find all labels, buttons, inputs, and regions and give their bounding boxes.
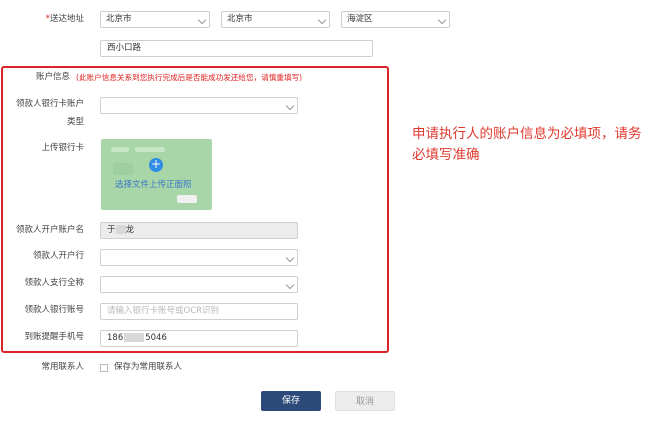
address-detail-input[interactable]: 西小口路 <box>100 40 373 57</box>
branch-select[interactable] <box>100 276 298 293</box>
redacted-mask <box>124 333 145 342</box>
bank-card-type-label: 领款人银行卡账户 类型 <box>4 99 84 128</box>
bank-card-type-label-line2: 类型 <box>66 117 84 127</box>
chevron-down-icon <box>317 15 327 25</box>
chevron-down-icon <box>437 15 447 25</box>
phone-value-end: 5046 <box>145 333 167 343</box>
bank-card-type-select[interactable] <box>100 97 298 114</box>
cancel-button[interactable]: 取消 <box>335 391 395 411</box>
province-select[interactable]: 北京市 <box>100 11 210 28</box>
bank-label: 领款人开户行 <box>32 251 84 261</box>
chevron-down-icon <box>285 253 295 263</box>
bank-select[interactable] <box>100 249 298 266</box>
card-thumb-decoration <box>177 195 197 203</box>
save-contact-checkbox[interactable] <box>100 364 108 372</box>
redacted-mask <box>115 225 126 234</box>
phone-label: 到账提醒手机号 <box>24 332 84 342</box>
holder-name-value-start: 于 <box>107 225 116 235</box>
chevron-down-icon <box>285 101 295 111</box>
chevron-down-icon <box>197 15 207 25</box>
district-select[interactable]: 海淀区 <box>341 11 450 28</box>
phone-value-start: 186 <box>107 333 124 343</box>
card-thumb-decoration <box>111 147 129 152</box>
card-thumb-decoration <box>135 147 165 152</box>
province-value: 北京市 <box>106 14 132 24</box>
upload-card-label: 上传银行卡 <box>41 143 84 153</box>
account-notice: (此账户信息关系到您执行完成后是否能成功发还给您，请慎重填写) <box>76 73 303 82</box>
contact-label: 常用联系人 <box>41 362 84 372</box>
bank-card-upload[interactable]: + 选择文件上传正面照 <box>101 139 212 210</box>
address-detail-value: 西小口路 <box>107 43 142 53</box>
required-annotation: 申请执行人的账户信息为必填项，请务必填写准确 <box>412 126 642 163</box>
holder-name-label: 领款人开户账户名 <box>15 225 84 235</box>
phone-input[interactable]: 186 5046 <box>100 330 298 347</box>
save-button[interactable]: 保存 <box>261 391 321 411</box>
card-number-placeholder: 请输入银行卡账号或OCR识别 <box>107 306 220 316</box>
save-contact-checkbox-label: 保存为常用联系人 <box>114 362 183 372</box>
holder-name-value-end: 龙 <box>125 225 135 235</box>
district-value: 海淀区 <box>347 14 373 24</box>
card-number-label: 领款人银行账号 <box>24 305 84 315</box>
account-section-label: 账户信息 <box>35 72 70 82</box>
address-label: *送达地址 <box>20 14 84 25</box>
bank-card-type-label-line1: 领款人银行卡账户 <box>15 99 84 109</box>
address-label-text: 送达地址 <box>49 14 84 24</box>
city-value: 北京市 <box>227 14 253 24</box>
card-number-input[interactable]: 请输入银行卡账号或OCR识别 <box>100 303 298 320</box>
branch-label: 领款人支行全称 <box>24 278 84 288</box>
upload-overlay-text: 选择文件上传正面照 <box>115 180 192 190</box>
chevron-down-icon <box>285 280 295 290</box>
add-icon: + <box>149 157 163 172</box>
city-select[interactable]: 北京市 <box>221 11 330 28</box>
holder-name-input[interactable]: 于龙 <box>100 222 298 239</box>
card-thumb-decoration <box>113 163 133 175</box>
